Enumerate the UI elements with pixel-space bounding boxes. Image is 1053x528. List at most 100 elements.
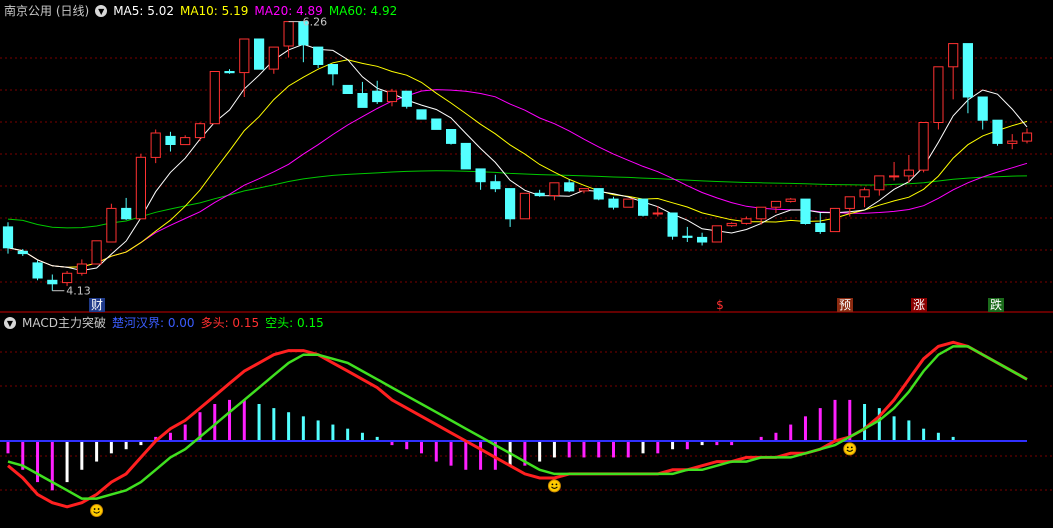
smiley-eye <box>850 446 853 449</box>
candle-body <box>283 21 294 47</box>
candle-body <box>505 188 516 220</box>
candle-body <box>785 198 796 202</box>
smiley-signal-icon <box>547 479 561 493</box>
candle-body <box>1007 140 1018 144</box>
candle-body <box>962 43 973 98</box>
candle-body <box>948 43 959 68</box>
low-price-label: 4.13 <box>66 285 91 298</box>
smiley-eye <box>97 508 100 510</box>
candle-body <box>593 188 604 200</box>
ma60-label: MA60: 4.92 <box>328 4 398 18</box>
price-panel-header: 南京公用 (日线) ▼ MA5: 5.02 MA10: 5.19 MA20: 4… <box>4 4 397 18</box>
candle-body <box>342 84 353 95</box>
candle-body <box>549 182 560 197</box>
ma20-label: MA20: 4.89 <box>254 4 323 18</box>
candle-body <box>165 135 176 145</box>
candle-body <box>534 192 545 197</box>
dropdown-icon[interactable]: ▼ <box>4 317 16 329</box>
candle-body <box>446 129 457 144</box>
candle-body <box>829 207 841 233</box>
candle-body <box>519 192 530 220</box>
macd-title: MACD主力突破 <box>22 316 106 330</box>
event-marker: $ <box>716 298 724 312</box>
candle-body <box>608 198 619 208</box>
candle-body <box>224 71 235 74</box>
candle-body <box>992 119 1003 144</box>
candle-body <box>313 46 324 65</box>
candle-body <box>32 262 43 279</box>
candle-body <box>460 142 471 170</box>
candle-body <box>859 189 870 198</box>
candle-body <box>682 235 693 238</box>
event-marker: 涨 <box>913 297 925 312</box>
ma5-line <box>7 43 1028 272</box>
candle-body <box>475 168 486 183</box>
candle-body <box>1021 132 1033 142</box>
candle-body <box>386 90 398 103</box>
candle-body <box>180 137 191 146</box>
candle-body <box>135 156 147 220</box>
bull-label: 多头: 0.15 <box>200 316 260 330</box>
candle-body <box>372 90 383 103</box>
candle-body <box>667 212 678 237</box>
candle-body <box>490 181 501 190</box>
candle-body <box>578 188 590 192</box>
smiley-eye <box>846 446 849 449</box>
event-marker: 预 <box>839 298 851 312</box>
candle-body <box>91 240 102 265</box>
ma10-label: MA10: 5.19 <box>179 4 249 18</box>
smiley-signal-icon <box>90 504 104 518</box>
candle-body <box>194 123 206 139</box>
macd-panel-header: ▼ MACD主力突破 楚河汉界: 0.00 多头: 0.15 空头: 0.15 <box>4 316 324 330</box>
candle-body <box>800 198 811 225</box>
candle-body <box>652 212 663 215</box>
candle-body <box>933 66 944 124</box>
candle-body <box>416 109 427 120</box>
event-marker: 跌 <box>990 297 1002 312</box>
candle-body <box>564 182 575 192</box>
candle-body <box>770 200 782 208</box>
candle-body <box>889 175 900 178</box>
candle-body <box>697 236 708 243</box>
candle-body <box>977 96 988 121</box>
candle-body <box>2 226 14 249</box>
candle-body <box>623 198 634 208</box>
candle-body <box>106 207 117 243</box>
ma10-line <box>7 59 1028 268</box>
candle-body <box>638 198 649 216</box>
candle-body <box>918 122 929 171</box>
stock-chart-canvas[interactable]: 6.264.13财 $ 预涨跌 <box>0 0 1053 528</box>
bear-label: 空头: 0.15 <box>265 316 324 330</box>
stock-title: 南京公用 (日线) <box>4 4 90 18</box>
candle-body <box>844 196 855 209</box>
candle-body <box>150 132 161 158</box>
smiley-eye <box>555 483 558 486</box>
candle-body <box>327 64 338 75</box>
dropdown-icon[interactable]: ▼ <box>95 5 108 17</box>
candle-body <box>121 207 132 220</box>
candle-body <box>357 93 368 108</box>
candle-body <box>254 38 265 70</box>
candle-body <box>268 46 279 70</box>
candle-body <box>726 222 737 227</box>
event-marker: 财 <box>91 298 103 312</box>
candle-body <box>903 169 914 177</box>
stock-chart-window: 6.26 4.13 财 $ 预涨跌 南京公用 (日线) ▼ MA5: 5.02 MA10… <box>0 0 1053 528</box>
candle-body <box>431 118 442 130</box>
zero-line-label: 楚河汉界: 0.00 <box>111 316 195 330</box>
candle-body <box>401 90 412 107</box>
candle-body <box>711 225 722 243</box>
smiley-eye <box>551 483 554 486</box>
candle-body <box>756 206 767 220</box>
candle-body <box>209 71 220 125</box>
candle-body <box>47 279 58 285</box>
candle-body <box>76 263 88 274</box>
smiley-eye <box>93 508 96 510</box>
candle-body <box>874 175 885 191</box>
smiley-signal-icon <box>843 442 857 456</box>
ma60-line <box>7 170 1028 229</box>
ma5-label: MA5: 5.02 <box>113 4 174 18</box>
candle-body <box>741 218 752 224</box>
candle-body <box>239 38 250 74</box>
candle-body <box>62 272 73 284</box>
